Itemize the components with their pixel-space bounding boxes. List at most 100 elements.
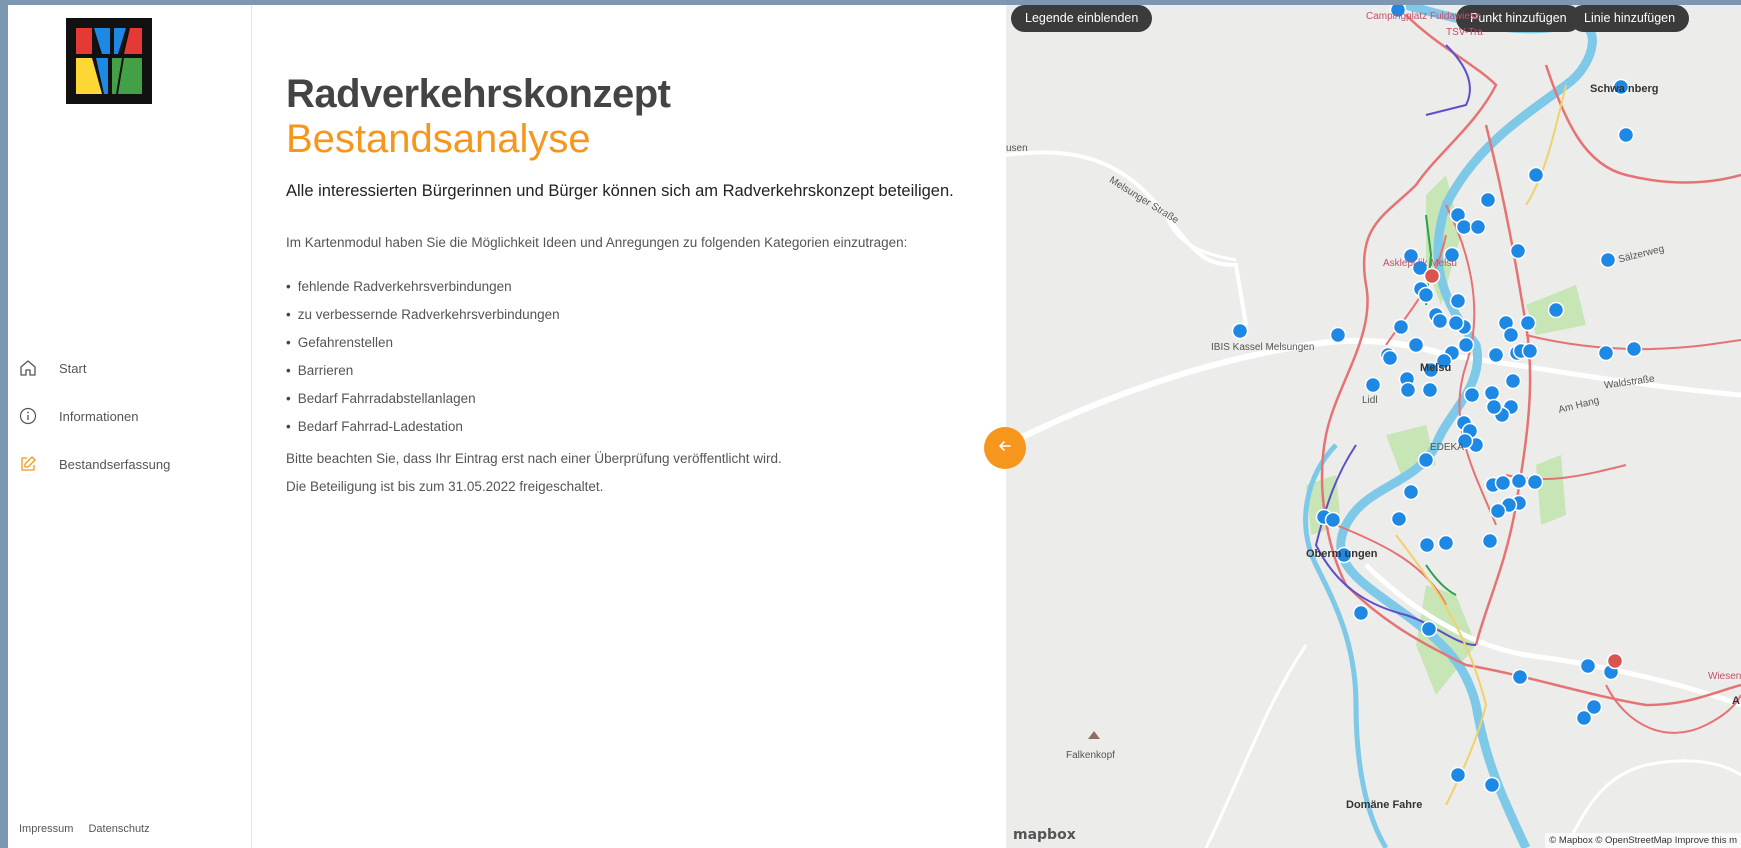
collapse-panel-button[interactable] (984, 427, 1026, 469)
map-point-marker[interactable] (1469, 218, 1487, 236)
map-point-marker[interactable] (1407, 336, 1425, 354)
sidebar-item-informationen[interactable]: Informationen (8, 392, 251, 440)
logo-graphic (66, 18, 152, 104)
map-point-marker[interactable] (1527, 166, 1545, 184)
map-point-marker[interactable] (1481, 532, 1499, 550)
map-label-obermelsungen: Oberm ungen (1306, 548, 1378, 560)
map-label-domaene-fahre: Domäne Fahre (1346, 799, 1423, 811)
map-label-falkenkopf: Falkenkopf (1066, 750, 1115, 761)
map-label-usen: usen (1006, 143, 1028, 154)
deadline-note: Die Beteiligung ist bis zum 31.05.2022 f… (286, 479, 604, 494)
list-item: Bedarf Fahrradabstellanlagen (286, 385, 560, 413)
mapbox-logo[interactable]: mapbox (1013, 827, 1076, 843)
logo[interactable] (66, 18, 152, 104)
map-view[interactable]: Legende einblenden Punkt hinzufügen Lini… (1006, 5, 1741, 848)
page-subtitle: Bestandsanalyse (286, 117, 591, 161)
map-point-marker[interactable] (1575, 709, 1593, 727)
footer-links: Impressum Datenschutz (19, 823, 162, 835)
category-list: fehlende Radverkehrsverbindungen zu verb… (286, 273, 560, 441)
map-point-marker[interactable] (1449, 766, 1467, 784)
sidebar-item-label: Start (59, 360, 87, 376)
sidebar-item-start[interactable]: Start (8, 344, 251, 392)
add-line-button[interactable]: Linie hinzufügen (1570, 5, 1690, 32)
map-point-marker[interactable] (1483, 384, 1501, 402)
arrow-left-icon (997, 438, 1013, 459)
map-point-marker[interactable] (1390, 510, 1408, 528)
sidebar-item-label: Informationen (59, 408, 139, 424)
map-point-marker[interactable] (1381, 349, 1399, 367)
list-item: Bedarf Fahrrad-Ladestation (286, 413, 560, 441)
map-label-lidl: Lidl (1362, 395, 1378, 406)
map-point-marker[interactable] (1483, 776, 1501, 794)
map-point-marker[interactable] (1479, 191, 1497, 209)
map-label-a: A (1732, 695, 1740, 707)
map-point-marker[interactable] (1526, 473, 1544, 491)
map-point-marker[interactable] (1597, 344, 1615, 362)
page-title: Radverkehrskonzept (286, 72, 671, 116)
sidebar-item-label: Bestandserfassung (59, 456, 171, 472)
map-point-marker[interactable] (1504, 372, 1522, 390)
map-label-camping: Campingplatz Fuldawiese (1366, 11, 1481, 22)
map-point-marker[interactable] (1455, 218, 1473, 236)
edit-icon (18, 454, 38, 474)
map-point-marker[interactable] (1502, 326, 1520, 344)
map-point-marker[interactable] (1494, 474, 1512, 492)
map-point-marker[interactable] (1423, 267, 1441, 285)
map-point-marker[interactable] (1364, 376, 1382, 394)
map-label-tsv: TSV-Tra (1446, 27, 1483, 38)
map-point-marker[interactable] (1437, 534, 1455, 552)
map-attribution[interactable]: © Mapbox © OpenStreetMap Improve this m (1545, 833, 1741, 848)
map-point-marker[interactable] (1485, 398, 1503, 416)
map-point-marker[interactable] (1431, 312, 1449, 330)
map-point-marker[interactable] (1417, 451, 1435, 469)
map-point-marker[interactable] (1510, 472, 1528, 490)
map-point-marker[interactable] (1519, 314, 1537, 332)
map-point-marker[interactable] (1547, 301, 1565, 319)
map-label-wiesen: Wiesen (1708, 671, 1741, 682)
map-point-marker[interactable] (1521, 342, 1539, 360)
map-point-marker[interactable] (1487, 346, 1505, 364)
home-icon (18, 358, 38, 378)
map-point-marker[interactable] (1324, 511, 1342, 529)
list-item: Gefahrenstellen (286, 329, 560, 357)
sidebar: Start Informationen Bestandserfassung Im… (8, 5, 252, 848)
map-point-marker[interactable] (1625, 340, 1643, 358)
map-point-marker[interactable] (1463, 386, 1481, 404)
map-point-marker[interactable] (1617, 126, 1635, 144)
intro-text: Im Kartenmodul haben Sie die Möglichkeit… (286, 235, 908, 250)
map-point-marker[interactable] (1392, 318, 1410, 336)
sidebar-item-bestandserfassung[interactable]: Bestandserfassung (8, 440, 251, 488)
review-note: Bitte beachten Sie, dass Ihr Eintrag ers… (286, 451, 782, 466)
map-label-schwarzenberg: Schwa nberg (1590, 83, 1659, 95)
map-point-marker[interactable] (1489, 502, 1507, 520)
map-point-marker[interactable] (1418, 536, 1436, 554)
map-point-marker[interactable] (1399, 381, 1417, 399)
map-canvas[interactable] (1006, 5, 1741, 848)
app-window: Start Informationen Bestandserfassung Im… (8, 5, 1741, 848)
datenschutz-link[interactable]: Datenschutz (88, 823, 149, 835)
legend-toggle-button[interactable]: Legende einblenden (1011, 5, 1153, 32)
map-point-marker[interactable] (1457, 336, 1475, 354)
map-point-marker[interactable] (1417, 286, 1435, 304)
map-point-marker[interactable] (1579, 657, 1597, 675)
lead-text: Alle interessierten Bürgerinnen und Bürg… (286, 182, 954, 200)
map-point-marker[interactable] (1606, 652, 1624, 670)
map-point-marker[interactable] (1402, 483, 1420, 501)
map-label-ibis: IBIS Kassel Melsungen (1211, 342, 1315, 353)
map-point-marker[interactable] (1420, 620, 1438, 638)
sidebar-nav: Start Informationen Bestandserfassung (8, 344, 251, 488)
map-point-marker[interactable] (1447, 314, 1465, 332)
map-point-marker[interactable] (1421, 381, 1439, 399)
map-label-asklepios: Asklepi lik Melsu (1383, 258, 1457, 269)
map-point-marker[interactable] (1511, 668, 1529, 686)
map-label-melsungen: Melsu (1420, 362, 1452, 374)
map-point-marker[interactable] (1352, 604, 1370, 622)
list-item: zu verbessernde Radverkehrsverbindungen (286, 301, 560, 329)
map-point-marker[interactable] (1509, 242, 1527, 260)
map-point-marker[interactable] (1329, 326, 1347, 344)
map-point-marker[interactable] (1449, 292, 1467, 310)
impressum-link[interactable]: Impressum (19, 823, 73, 835)
map-point-marker[interactable] (1231, 322, 1249, 340)
map-label-edeka: EDEKA (1430, 442, 1464, 453)
map-point-marker[interactable] (1599, 251, 1617, 269)
